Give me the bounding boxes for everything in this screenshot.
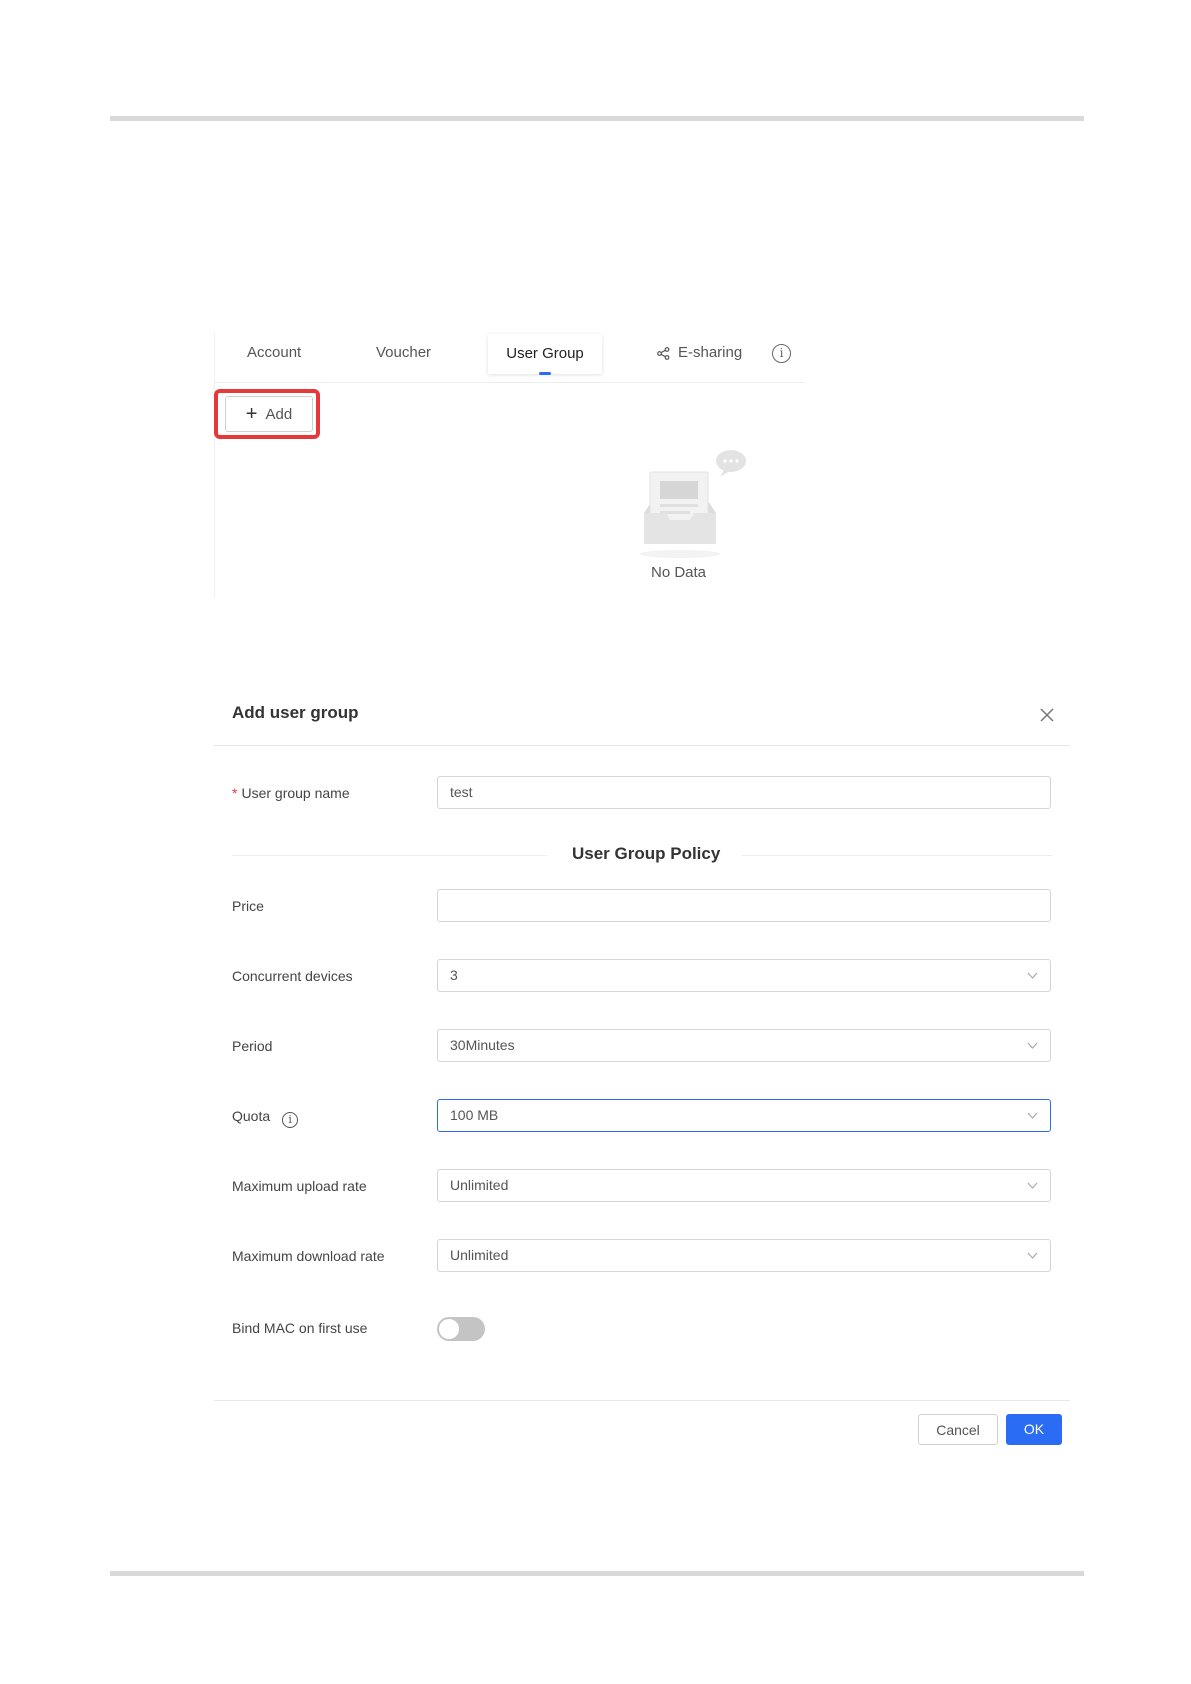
price-input[interactable] bbox=[437, 889, 1051, 922]
quota-select[interactable]: 100 MB bbox=[437, 1099, 1051, 1132]
max-upload-value: Unlimited bbox=[450, 1177, 509, 1193]
period-label: Period bbox=[232, 1038, 273, 1054]
user-group-name-input[interactable]: test bbox=[437, 776, 1051, 809]
period-value: 30Minutes bbox=[450, 1037, 515, 1053]
user-group-name-label-text: User group name bbox=[241, 785, 350, 801]
add-button[interactable]: + Add bbox=[225, 396, 313, 432]
concurrent-devices-value: 3 bbox=[450, 967, 458, 983]
chevron-down-icon bbox=[1027, 1252, 1038, 1259]
max-download-select[interactable]: Unlimited bbox=[437, 1239, 1051, 1272]
dialog-title: Add user group bbox=[232, 703, 359, 722]
close-icon[interactable] bbox=[1039, 707, 1055, 723]
tab-esharing-label: E-sharing bbox=[678, 344, 743, 361]
tab-voucher[interactable]: Voucher bbox=[376, 332, 431, 382]
concurrent-devices-label: Concurrent devices bbox=[232, 968, 353, 984]
info-icon[interactable]: i bbox=[772, 344, 791, 363]
tab-bar: Account Voucher User Group E-sharing i bbox=[214, 332, 804, 383]
max-download-value: Unlimited bbox=[450, 1247, 509, 1263]
tab-account[interactable]: Account bbox=[247, 332, 301, 382]
dialog-footer-divider bbox=[214, 1400, 1070, 1401]
policy-section-header: User Group Policy bbox=[232, 840, 1052, 870]
chevron-down-icon bbox=[1027, 1112, 1038, 1119]
share-icon bbox=[657, 346, 670, 360]
add-button-label: Add bbox=[265, 405, 293, 423]
ok-button[interactable]: OK bbox=[1006, 1414, 1062, 1445]
empty-state-text: No Data bbox=[651, 564, 707, 581]
info-icon[interactable]: i bbox=[282, 1112, 299, 1128]
chevron-down-icon bbox=[1027, 972, 1038, 979]
bind-mac-label: Bind MAC on first use bbox=[232, 1320, 368, 1336]
period-select[interactable]: 30Minutes bbox=[437, 1029, 1051, 1062]
quota-label: Quota i bbox=[232, 1108, 299, 1128]
required-marker: * bbox=[232, 785, 238, 801]
tab-user-group[interactable]: User Group bbox=[488, 334, 602, 375]
user-group-name-label: * User group name bbox=[232, 785, 350, 801]
chevron-down-icon bbox=[1027, 1182, 1038, 1189]
tab-user-group-label: User Group bbox=[506, 345, 584, 362]
section-divider-left bbox=[232, 855, 547, 856]
dialog-header-divider bbox=[214, 745, 1070, 746]
quota-value: 100 MB bbox=[450, 1107, 499, 1123]
max-upload-label: Maximum upload rate bbox=[232, 1178, 367, 1194]
max-upload-select[interactable]: Unlimited bbox=[437, 1169, 1051, 1202]
price-label: Price bbox=[232, 898, 264, 914]
tab-esharing[interactable]: E-sharing bbox=[657, 332, 742, 374]
toggle-knob bbox=[439, 1319, 459, 1339]
bind-mac-toggle[interactable] bbox=[437, 1317, 485, 1341]
policy-section-title: User Group Policy bbox=[572, 844, 721, 863]
chevron-down-icon bbox=[1027, 1042, 1038, 1049]
active-tab-indicator bbox=[539, 372, 551, 375]
page-bottom-rule bbox=[110, 1571, 1084, 1576]
page-top-rule bbox=[110, 116, 1084, 121]
cancel-button[interactable]: Cancel bbox=[918, 1414, 998, 1445]
max-download-label: Maximum download rate bbox=[232, 1248, 385, 1264]
concurrent-devices-select[interactable]: 3 bbox=[437, 959, 1051, 992]
quota-label-text: Quota bbox=[232, 1108, 271, 1124]
section-divider-right bbox=[742, 855, 1052, 856]
plus-icon: + bbox=[245, 403, 258, 425]
